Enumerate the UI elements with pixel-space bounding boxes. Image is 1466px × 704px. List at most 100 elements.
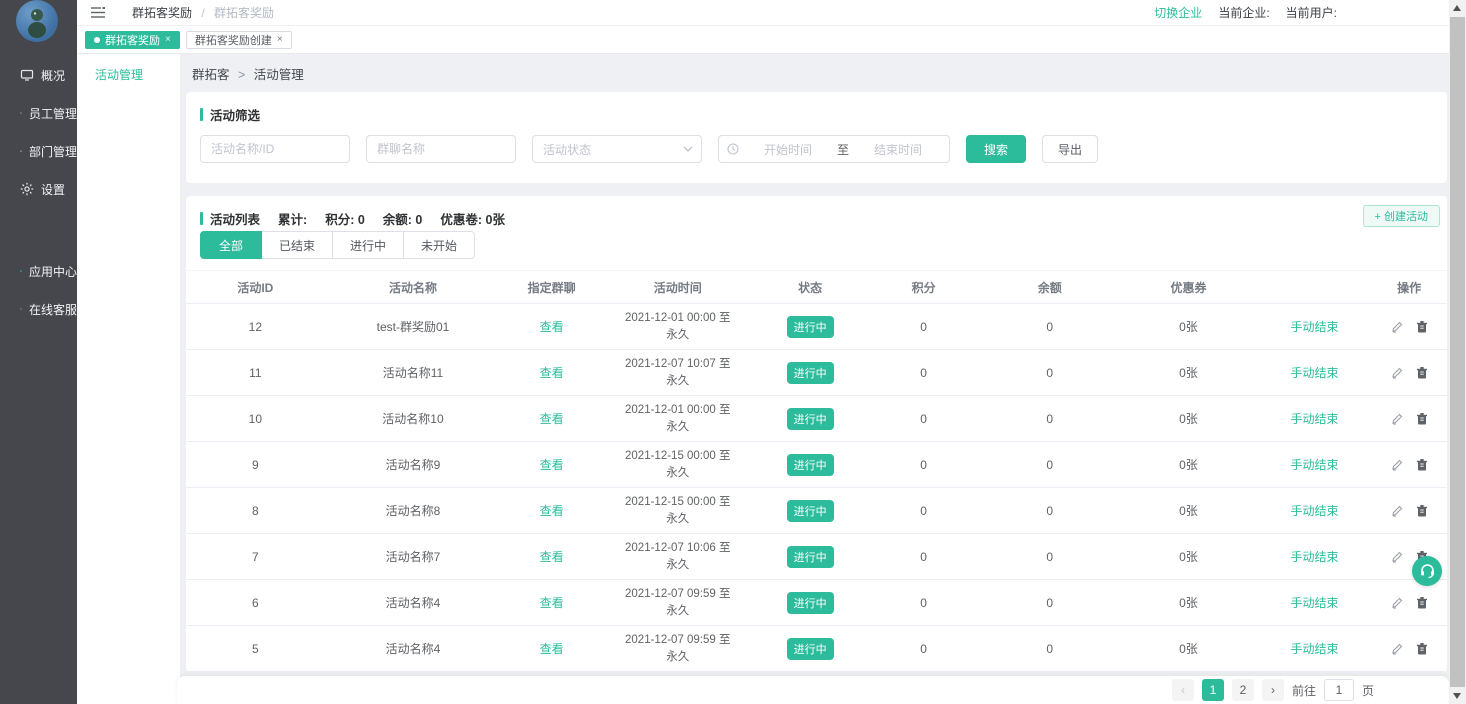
view-group-link[interactable]: 查看 [540, 642, 564, 656]
sidebar-item-app-center[interactable]: 应用中心 [0, 252, 77, 290]
edit-icon[interactable] [1391, 320, 1404, 333]
sidebar-item-department[interactable]: 部门管理 [0, 132, 77, 170]
status-badge: 进行中 [787, 500, 834, 522]
time-line2: 永久 [602, 557, 753, 574]
export-button[interactable]: 导出 [1042, 135, 1098, 163]
page-button-1[interactable]: 1 [1202, 679, 1224, 701]
cell-coupons: 0张 [1119, 548, 1258, 565]
monitor-icon [20, 68, 34, 82]
tab-group-reward[interactable]: 群拓客奖励 × [85, 31, 180, 49]
edit-icon[interactable] [1391, 642, 1404, 655]
view-group-link[interactable]: 查看 [540, 458, 564, 472]
summary-points: 积分: 0 [325, 209, 365, 228]
submenu-item-activity[interactable]: 活动管理 [95, 66, 180, 83]
cell-coupons: 0张 [1119, 318, 1258, 335]
page-button-2[interactable]: 2 [1232, 679, 1254, 701]
delete-icon[interactable] [1416, 642, 1428, 655]
scroll-up-icon[interactable] [1453, 5, 1461, 11]
edit-icon[interactable] [1391, 550, 1404, 563]
view-group-link[interactable]: 查看 [540, 366, 564, 380]
cell-points: 0 [867, 320, 980, 334]
list-header: 活动列表 累计: 积分: 0 余额: 0 优惠卷: 0张 [186, 196, 1447, 228]
scrollbar-thumb[interactable] [1450, 17, 1465, 687]
delete-icon[interactable] [1416, 366, 1428, 379]
cell-activity-name: test-群奖励01 [325, 318, 502, 335]
view-group-link[interactable]: 查看 [540, 320, 564, 334]
time-line1: 2021-12-07 09:59 至 [602, 586, 753, 603]
table-row: 9 活动名称9 查看 2021-12-15 00:00 至 永久 进行中 0 0… [186, 442, 1447, 488]
goto-page-input[interactable] [1324, 679, 1354, 701]
delete-icon[interactable] [1416, 320, 1428, 333]
manual-end-link[interactable]: 手动结束 [1291, 642, 1339, 656]
manual-end-link[interactable]: 手动结束 [1291, 320, 1339, 334]
sidebar-item-online-service[interactable]: 在线客服 [0, 290, 77, 328]
cell-activity-name: 活动名称9 [325, 456, 502, 473]
vertical-scrollbar[interactable] [1449, 0, 1466, 704]
cell-balance: 0 [980, 320, 1119, 334]
time-line2: 永久 [602, 649, 753, 666]
delete-icon[interactable] [1416, 458, 1428, 471]
search-button[interactable]: 搜索 [966, 135, 1026, 163]
status-tab-not-started[interactable]: 未开始 [403, 231, 475, 259]
tab-label: 群拓客奖励 [105, 32, 160, 48]
prev-page-button[interactable]: ‹ [1172, 679, 1194, 701]
topbar-right-group: 切换企业 当前企业: 当前用户: [1154, 4, 1337, 21]
manual-end-link[interactable]: 手动结束 [1291, 504, 1339, 518]
status-tab-ended[interactable]: 已结束 [261, 231, 333, 259]
edit-icon[interactable] [1391, 504, 1404, 517]
edit-icon[interactable] [1391, 596, 1404, 609]
sidebar-item-overview[interactable]: 概况 [0, 56, 77, 94]
cell-points: 0 [867, 412, 980, 426]
sidebar-item-staff[interactable]: 员工管理 [0, 94, 77, 132]
edit-icon[interactable] [1391, 412, 1404, 425]
next-page-button[interactable]: › [1262, 679, 1284, 701]
page-unit-label: 页 [1362, 682, 1374, 699]
menu-fold-icon[interactable] [90, 6, 106, 19]
table-row: 6 活动名称4 查看 2021-12-07 09:59 至 永久 进行中 0 0… [186, 580, 1447, 626]
page-breadcrumb-current: 活动管理 [254, 68, 304, 82]
customer-service-fab[interactable] [1412, 556, 1442, 586]
view-group-link[interactable]: 查看 [540, 596, 564, 610]
view-group-link[interactable]: 查看 [540, 504, 564, 518]
edit-icon[interactable] [1391, 458, 1404, 471]
edit-icon[interactable] [1391, 366, 1404, 379]
breadcrumb: 群拓客奖励 / 群拓客奖励 [132, 4, 274, 21]
status-tab-all[interactable]: 全部 [200, 231, 262, 259]
manual-end-link[interactable]: 手动结束 [1291, 550, 1339, 564]
create-activity-button[interactable]: + 创建活动 [1363, 205, 1440, 227]
tab-close-icon[interactable]: × [165, 34, 171, 45]
group-name-input[interactable] [366, 135, 516, 163]
cell-activity-name: 活动名称8 [325, 502, 502, 519]
sidebar-item-settings[interactable]: 设置 [0, 170, 77, 208]
cell-activity-time: 2021-12-15 00:00 至 永久 [602, 448, 753, 481]
table-row: 7 活动名称7 查看 2021-12-07 10:06 至 永久 进行中 0 0… [186, 534, 1447, 580]
delete-icon[interactable] [1416, 412, 1428, 425]
date-range-picker[interactable]: 开始时间 至 结束时间 [718, 135, 950, 163]
tab-close-icon[interactable]: × [277, 34, 283, 45]
cell-coupons: 0张 [1119, 364, 1258, 381]
delete-icon[interactable] [1416, 504, 1428, 517]
activity-name-input[interactable] [200, 135, 350, 163]
manual-end-link[interactable]: 手动结束 [1291, 412, 1339, 426]
manual-end-link[interactable]: 手动结束 [1291, 366, 1339, 380]
sidebar-item-label: 部门管理 [29, 143, 77, 160]
status-tab-running[interactable]: 进行中 [332, 231, 404, 259]
goto-label: 前往 [1292, 682, 1316, 699]
activity-status-select[interactable]: 活动状态 [532, 135, 702, 163]
tab-group-reward-create[interactable]: 群拓客奖励创建 × [186, 31, 292, 49]
time-line2: 永久 [602, 511, 753, 528]
manual-end-link[interactable]: 手动结束 [1291, 458, 1339, 472]
view-group-link[interactable]: 查看 [540, 550, 564, 564]
breadcrumb-parent[interactable]: 群拓客奖励 [132, 6, 192, 20]
scroll-down-icon[interactable] [1453, 693, 1461, 699]
view-group-link[interactable]: 查看 [540, 412, 564, 426]
delete-icon[interactable] [1416, 596, 1428, 609]
time-line2: 永久 [602, 419, 753, 436]
manual-end-link[interactable]: 手动结束 [1291, 596, 1339, 610]
switch-company-link[interactable]: 切换企业 [1154, 4, 1202, 21]
cell-activity-time: 2021-12-01 00:00 至 永久 [602, 310, 753, 343]
cell-points: 0 [867, 642, 980, 656]
time-line2: 永久 [602, 603, 753, 620]
cell-activity-id: 9 [186, 458, 325, 472]
logo-avatar[interactable] [16, 0, 58, 42]
